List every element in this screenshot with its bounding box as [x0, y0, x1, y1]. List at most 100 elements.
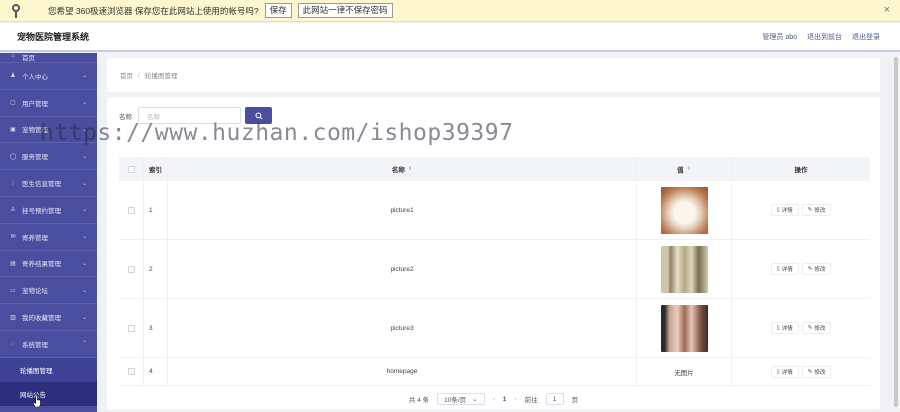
chevron-up-icon: ⌃ [81, 341, 87, 348]
sidebar-item-label: 个人中心 [22, 73, 48, 81]
total-count: 共 4 条 [408, 397, 430, 404]
select-all-checkbox[interactable] [127, 165, 135, 173]
sidebar-subitem-notice[interactable]: 网站公告 [0, 381, 97, 406]
search-button[interactable] [245, 107, 272, 124]
mail-icon: ✉ [10, 234, 16, 241]
column-header-label: 值 [677, 167, 684, 174]
table-row: 4 homepage 无图片 ▯ 详情 ✎ 修改 [119, 358, 870, 386]
edit-button[interactable]: ✎ 修改 [801, 322, 832, 334]
sidebar-item-doctors[interactable]: ⁝ 医生信息管理 ⌄ [0, 170, 97, 197]
detail-button-label: 详情 [781, 267, 793, 273]
detail-icon: ▯ [776, 207, 780, 213]
detail-icon: ▯ [776, 266, 780, 272]
detail-icon: ▯ [776, 325, 780, 331]
service-icon: ◯ [9, 153, 17, 160]
page-size-select[interactable]: 10条/页 ⌄ [437, 393, 485, 405]
sidebar-item-users[interactable]: ▢ 用户管理 ⌄ [0, 90, 97, 117]
search-input[interactable]: 名称 [138, 107, 241, 124]
sidebar-item-pets[interactable]: ▣ 宠物管理 ⌄ [0, 117, 97, 144]
row-checkbox[interactable] [127, 265, 135, 273]
row-checkbox[interactable] [127, 324, 135, 332]
sidebar-item-forum[interactable]: ▭ 宠物论坛 ⌄ [0, 277, 97, 305]
breadcrumb-current: 轮播图管理 [144, 73, 178, 80]
column-header-index: 索引 [143, 157, 167, 181]
column-header-name[interactable]: 名称 ⇕ [167, 157, 636, 181]
chevron-down-icon: ⌄ [81, 260, 87, 267]
sort-icon[interactable]: ⇕ [408, 166, 412, 172]
detail-button[interactable]: ▯ 详情 [770, 204, 799, 216]
sidebar-item-appointments[interactable]: ♙ 挂号预约管理 ⌄ [0, 197, 97, 224]
chevron-down-icon: ⌄ [81, 100, 87, 107]
edit-button-label: 修改 [814, 369, 826, 376]
prev-page-icon[interactable]: ‹ [493, 396, 495, 403]
hand-cursor-icon [33, 395, 41, 407]
scrollbar-thumb[interactable] [894, 57, 898, 407]
close-icon[interactable]: × [884, 4, 890, 16]
sidebar-item-label: 挂号预约管理 [22, 207, 61, 215]
row-actions: ▯ 详情 ✎ 修改 [731, 358, 870, 385]
chat-icon: ▤ [10, 260, 16, 267]
chevron-down-icon: ⌄ [472, 396, 478, 403]
page-scrollbar[interactable] [892, 53, 900, 412]
row-actions: ▯ 详情 ✎ 修改 [731, 181, 870, 239]
app-header: 宠物医院管理系统 管理员 abo 退出到前台 退出登录 [0, 23, 900, 52]
logout-link[interactable]: 退出登录 [852, 32, 880, 42]
sidebar-item-profile[interactable]: ♟ 个人中心 ⌄ [0, 63, 97, 90]
page-size-value: 10条/页 [444, 397, 467, 404]
sidebar-item-boarding[interactable]: ✉ 寄养管理 ⌄ [0, 224, 97, 251]
detail-button[interactable]: ▯ 详情 [770, 322, 799, 334]
doctor-icon: ⁝ [12, 180, 14, 187]
sidebar-item-system[interactable]: ◌ 系统管理 ⌃ [0, 331, 97, 358]
column-header-value[interactable]: 值 ⇕ [636, 157, 731, 181]
detail-button-label: 详情 [781, 208, 793, 214]
save-password-button[interactable]: 保存 [264, 3, 292, 18]
sidebar-item-home[interactable]: ⌂ 首页 [0, 53, 97, 63]
sidebar-item-boarding-results[interactable]: ▤ 寄养结果管理 ⌄ [0, 251, 97, 278]
back-to-front-link[interactable]: 退出到前台 [807, 32, 842, 42]
sidebar-item-label: 服务管理 [22, 154, 48, 162]
sidebar-item-services[interactable]: ◯ 服务管理 ⌄ [0, 143, 97, 171]
edit-button[interactable]: ✎ 修改 [801, 263, 832, 275]
forum-icon: ▭ [10, 287, 16, 294]
breadcrumb-home[interactable]: 首页 [120, 70, 133, 80]
next-page-icon[interactable]: › [514, 396, 516, 403]
edit-button[interactable]: ✎ 修改 [801, 204, 832, 216]
row-index: 1 [143, 181, 167, 239]
detail-button-label: 详情 [781, 369, 793, 376]
chevron-down-icon: ⌄ [81, 234, 87, 241]
detail-button[interactable]: ▯ 详情 [770, 263, 799, 275]
edit-button-label: 修改 [814, 208, 826, 214]
chevron-down-icon: ⌄ [81, 207, 87, 214]
search-icon [255, 112, 263, 120]
chevron-down-icon: ⌄ [81, 153, 87, 160]
row-checkbox[interactable] [127, 368, 135, 375]
chevron-down-icon: ⌄ [81, 126, 87, 133]
search-label: 名称 [119, 113, 132, 121]
row-name: homepage [167, 358, 636, 385]
sort-icon[interactable]: ⇕ [687, 166, 691, 172]
sidebar-subitem-label: 轮播图管理 [20, 367, 53, 375]
breadcrumb-separator: / [138, 71, 140, 79]
password-save-bar: 您希望 360极速浏览器 保存您在此网站上使用的帐号吗? 保存 此网站一律不保存… [0, 0, 900, 22]
chevron-down-icon: ⌄ [81, 180, 87, 187]
sidebar-item-label: 系统管理 [22, 341, 48, 349]
sidebar-item-favorites[interactable]: ▥ 我的收藏管理 ⌄ [0, 304, 97, 331]
home-icon: ⌂ [11, 53, 15, 59]
sidebar-item-label: 宠物论坛 [22, 288, 48, 296]
table-row: 2 picture2 ▯ 详情 ✎ 修改 [119, 240, 870, 299]
edit-button[interactable]: ✎ 修改 [801, 365, 832, 378]
sidebar-item-label: 首页 [22, 55, 35, 62]
app-title: 宠物医院管理系统 [17, 32, 90, 42]
detail-button[interactable]: ▯ 详情 [770, 365, 799, 378]
current-page[interactable]: 1 [503, 396, 507, 403]
goto-label: 前往 [524, 397, 538, 404]
page-unit: 页 [571, 397, 579, 404]
sidebar-subitem-carousel[interactable]: 轮播图管理 [0, 357, 97, 382]
sidebar-item-label: 寄养管理 [22, 234, 48, 242]
goto-page-input[interactable]: 1 [545, 393, 564, 405]
row-index: 3 [143, 299, 167, 357]
row-checkbox[interactable] [127, 206, 135, 214]
never-save-password-button[interactable]: 此网站一律不保存密码 [297, 3, 393, 18]
sidebar-item-label: 宠物管理 [22, 127, 48, 135]
table-row: 3 picture3 ▯ 详情 ✎ 修改 [119, 299, 870, 358]
